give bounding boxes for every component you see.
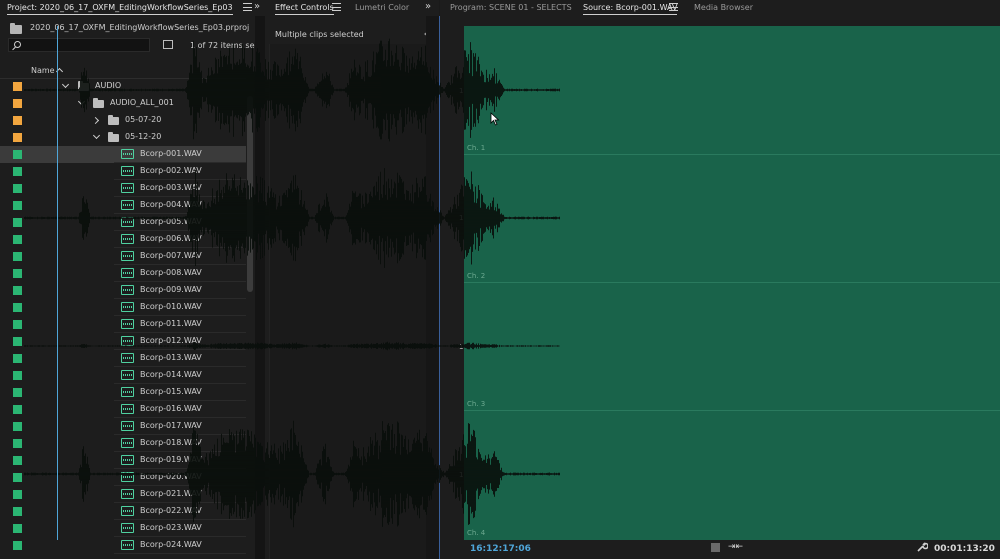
effects-tabbar: Effect Controls Lumetri Color »: [265, 0, 439, 16]
tab-project[interactable]: Project: 2020_06_17_OXFM_EditingWorkflow…: [7, 2, 233, 15]
label-color-swatch[interactable]: [13, 371, 22, 380]
waveform-path: [24, 38, 560, 528]
project-menu-icon[interactable]: [243, 3, 252, 11]
label-color-swatch[interactable]: [13, 354, 22, 363]
label-color-swatch[interactable]: [13, 167, 22, 176]
label-color-swatch[interactable]: [13, 422, 22, 431]
playhead[interactable]: [57, 26, 58, 540]
label-color-swatch[interactable]: [13, 507, 22, 516]
label-color-swatch[interactable]: [13, 405, 22, 414]
mouse-cursor-icon: [490, 112, 500, 126]
label-color-swatch[interactable]: [13, 252, 22, 261]
tab-media-browser[interactable]: Media Browser: [694, 2, 753, 15]
label-color-swatch[interactable]: [13, 133, 22, 142]
duration-timecode: 00:01:13:20: [934, 544, 995, 554]
current-timecode[interactable]: 16:12:17:06: [470, 544, 531, 554]
audio-clip-icon: [121, 540, 134, 550]
label-color-swatch[interactable]: [13, 116, 22, 125]
row-divider: [114, 553, 246, 554]
label-color-swatch[interactable]: [13, 150, 22, 159]
label-color-swatch[interactable]: [13, 218, 22, 227]
stop-button[interactable]: [711, 543, 720, 552]
label-color-swatch[interactable]: [13, 320, 22, 329]
label-color-swatch[interactable]: [13, 303, 22, 312]
insert-button[interactable]: ⇥⇤: [728, 542, 743, 552]
search-icon: [14, 41, 21, 48]
label-color-swatch[interactable]: [13, 184, 22, 193]
label-color-swatch[interactable]: [13, 439, 22, 448]
wrench-icon[interactable]: [916, 541, 928, 553]
label-color-swatch[interactable]: [13, 490, 22, 499]
label-color-swatch[interactable]: [13, 473, 22, 482]
clip-label: Bcorp-024.WAV: [140, 540, 202, 549]
panel-overflow-icon[interactable]: »: [254, 1, 260, 12]
label-color-swatch[interactable]: [13, 201, 22, 210]
label-color-swatch[interactable]: [13, 269, 22, 278]
panel-overflow-icon[interactable]: »: [425, 1, 431, 12]
tab-program[interactable]: Program: SCENE 01 - SELECTS: [450, 2, 572, 15]
label-color-swatch[interactable]: [13, 541, 22, 550]
label-color-swatch[interactable]: [13, 235, 22, 244]
effect-controls-menu-icon[interactable]: [332, 3, 341, 11]
source-tabbar: Program: SCENE 01 - SELECTS Source: Bcor…: [440, 0, 1000, 16]
label-color-swatch[interactable]: [13, 286, 22, 295]
label-color-swatch[interactable]: [13, 388, 22, 397]
project-bin-icon: [10, 23, 22, 34]
tab-effect-controls[interactable]: Effect Controls: [275, 2, 334, 15]
audio-waveform: [24, 38, 560, 528]
label-color-swatch[interactable]: [13, 337, 22, 346]
label-color-swatch[interactable]: [13, 456, 22, 465]
tab-source[interactable]: Source: Bcorp-001.WAV: [583, 2, 678, 15]
label-color-swatch[interactable]: [13, 99, 22, 108]
project-tabbar: Project: 2020_06_17_OXFM_EditingWorkflow…: [0, 0, 265, 16]
label-color-swatch[interactable]: [13, 82, 22, 91]
label-color-swatch[interactable]: [13, 524, 22, 533]
tab-lumetri-color[interactable]: Lumetri Color: [355, 2, 409, 15]
source-menu-icon[interactable]: [669, 3, 678, 11]
